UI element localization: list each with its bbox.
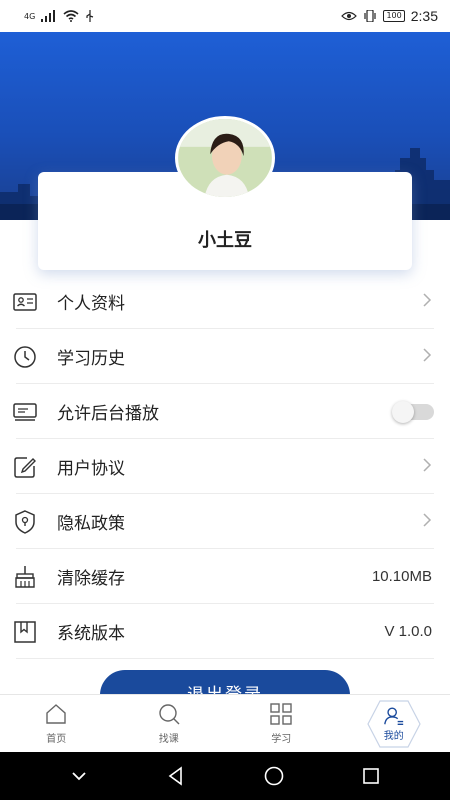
menu-item-profile[interactable]: 个人资料 [0,274,450,329]
settings-list: 个人资料 学习历史 允许后台播放 用户协议 隐私政策 清除缓存 10.10MB … [0,274,450,659]
chevron-down-icon[interactable] [68,765,90,787]
status-left: 4G [24,10,95,22]
wifi-icon [63,10,79,22]
background-play-toggle[interactable] [392,400,434,423]
clock-icon [12,344,38,370]
menu-item-user-agreement[interactable]: 用户协议 [0,439,450,494]
vibrate-icon [364,10,377,22]
id-card-icon [12,289,38,315]
tab-label: 找课 [158,734,179,745]
screen-icon [12,399,38,425]
cache-size-value: 10.10MB [371,568,432,585]
menu-item-label: 允许后台播放 [57,404,159,424]
menu-item-background-play: 允许后台播放 [0,384,450,439]
tab-mine[interactable]: 我的 [338,695,450,752]
chevron-right-icon [422,292,432,311]
user-icon [383,707,403,725]
tab-label: 首页 [46,734,67,745]
system-navigation-bar [0,752,450,800]
menu-item-label: 学习历史 [57,349,125,369]
bookmark-icon [12,619,38,645]
username: 小土豆 [198,230,252,251]
avatar-photo [178,119,272,197]
tab-find-course[interactable]: 找课 [113,695,226,752]
edit-icon [12,454,38,480]
tab-label: 我的 [383,731,404,742]
menu-item-label: 隐私政策 [57,514,125,534]
menu-item-history[interactable]: 学习历史 [0,329,450,384]
home-icon [46,704,66,724]
usb-icon [86,10,94,22]
clock-time: 2:35 [410,8,438,24]
back-icon[interactable] [165,765,187,787]
chevron-right-icon [422,512,432,531]
menu-item-clear-cache[interactable]: 清除缓存 10.10MB [0,549,450,604]
menu-item-label: 个人资料 [57,294,125,314]
shield-icon [12,509,38,535]
menu-item-label: 系统版本 [57,624,125,644]
grid-icon [270,703,292,725]
menu-item-label: 用户协议 [57,459,125,479]
active-tab-hexagon: 我的 [366,699,422,749]
tab-study[interactable]: 学习 [225,695,338,752]
search-icon [159,704,180,725]
tab-home[interactable]: 首页 [0,695,113,752]
chevron-right-icon [422,457,432,476]
menu-item-privacy-policy[interactable]: 隐私政策 [0,494,450,549]
status-right: 100 2:35 [341,8,438,24]
menu-item-label: 清除缓存 [57,569,125,589]
chevron-right-icon [422,347,432,366]
version-value: V 1.0.0 [384,623,432,640]
tab-label: 学习 [271,734,292,745]
menu-item-system-version: 系统版本 V 1.0.0 [0,604,450,659]
bottom-tab-bar: 首页 找课 学习 我的 [0,694,450,752]
network-type: 4G [24,11,36,21]
home-circle-icon[interactable] [263,765,285,787]
status-bar: 4G 100 2:35 [0,0,450,32]
avatar[interactable] [175,116,275,200]
signal-icon [41,10,56,22]
eye-icon [341,11,358,21]
battery-indicator: 100 [383,10,405,22]
toggle-knob [392,400,414,423]
recents-icon[interactable] [360,765,382,787]
broom-icon [12,564,38,590]
